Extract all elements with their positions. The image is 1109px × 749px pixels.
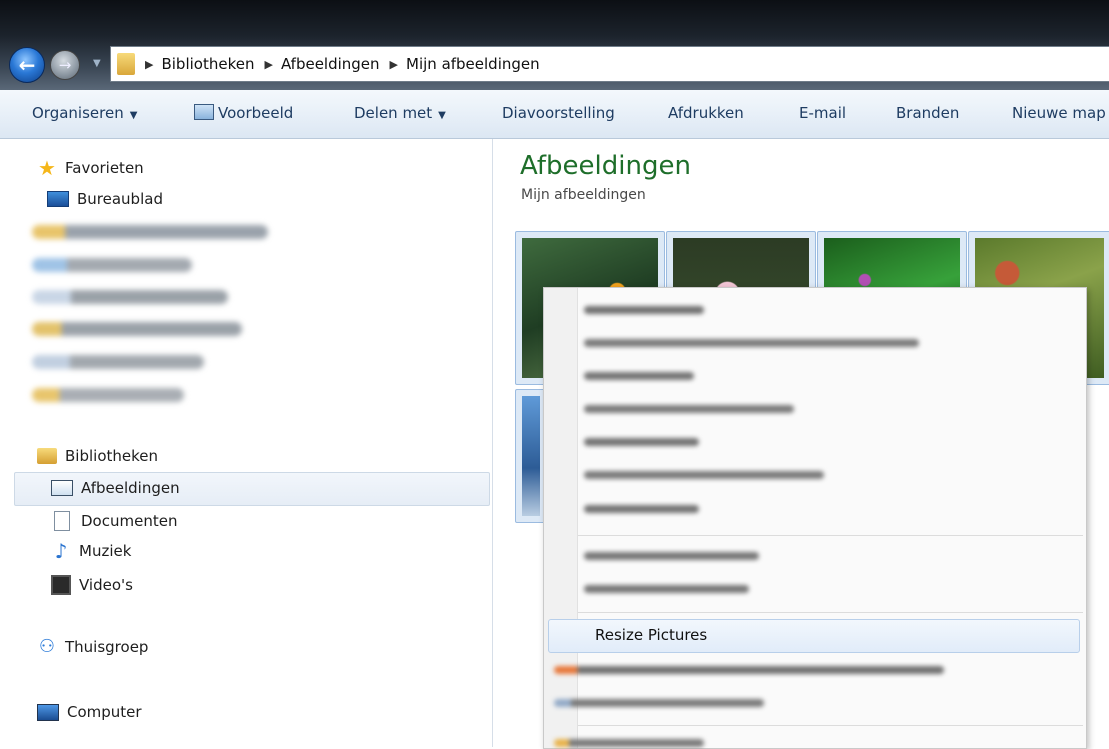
menu-item-blurred[interactable] xyxy=(554,666,944,674)
menu-item-blurred[interactable] xyxy=(584,471,824,479)
menu-item-blurred[interactable] xyxy=(554,699,764,707)
menu-icon-gutter xyxy=(544,288,578,748)
menu-item-blurred[interactable] xyxy=(584,372,694,380)
library-subtitle: Mijn afbeeldingen xyxy=(521,187,646,203)
share-label: Delen met xyxy=(354,104,433,122)
preview-icon xyxy=(194,104,214,120)
menu-separator xyxy=(578,725,1083,726)
menu-item-blurred[interactable] xyxy=(584,505,699,513)
film-icon xyxy=(51,575,71,595)
preview-label: Voorbeeld xyxy=(218,104,294,122)
blurred-favorite-item[interactable] xyxy=(32,258,192,272)
nav-computer[interactable]: Computer xyxy=(37,703,142,721)
context-menu: Resize Pictures xyxy=(543,287,1087,749)
menu-item-blurred[interactable] xyxy=(584,405,794,413)
homegroup-icon: ⚇ xyxy=(38,636,56,657)
menu-item-blurred[interactable] xyxy=(584,438,699,446)
burn-button[interactable]: Branden xyxy=(896,104,959,122)
nav-favorites[interactable]: ★ Favorieten xyxy=(37,156,144,180)
print-button[interactable]: Afdrukken xyxy=(668,104,744,122)
breadcrumb-item-libraries[interactable]: Bibliotheken xyxy=(161,55,254,73)
address-bar: ← → ▼ ▶ Bibliotheken ▶ Afbeeldingen ▶ Mi… xyxy=(0,0,1109,90)
back-button[interactable]: ← xyxy=(9,47,45,83)
blurred-favorite-item[interactable] xyxy=(32,290,228,304)
blurred-favorite-item[interactable] xyxy=(32,225,268,239)
menu-item-blurred[interactable] xyxy=(554,739,704,747)
menu-separator xyxy=(578,612,1083,613)
chevron-down-icon: ▼ xyxy=(129,110,138,121)
blurred-favorite-item[interactable] xyxy=(32,355,204,369)
libraries-icon xyxy=(37,448,57,464)
breadcrumb-item-pictures[interactable]: Afbeeldingen xyxy=(281,55,380,73)
star-icon: ★ xyxy=(38,156,56,180)
blurred-favorite-item[interactable] xyxy=(32,322,242,336)
navigation-pane: ★ Favorieten Bureaublad Bibliotheken Afb… xyxy=(0,139,493,747)
email-button[interactable]: E-mail xyxy=(799,104,846,122)
library-title: Afbeeldingen xyxy=(520,151,691,181)
document-icon xyxy=(54,511,70,531)
share-button[interactable]: Delen met ▼ xyxy=(354,104,446,122)
nav-homegroup-label: Thuisgroep xyxy=(65,638,149,656)
breadcrumb[interactable]: ▶ Bibliotheken ▶ Afbeeldingen ▶ Mijn afb… xyxy=(110,46,1109,82)
menu-item-blurred[interactable] xyxy=(584,585,749,593)
breadcrumb-arrow-icon[interactable]: ▶ xyxy=(264,58,272,71)
organize-button[interactable]: Organiseren ▼ xyxy=(32,104,137,122)
breadcrumb-arrow-icon[interactable]: ▶ xyxy=(145,58,153,71)
menu-item-blurred[interactable] xyxy=(584,306,704,314)
nav-pictures-label: Afbeeldingen xyxy=(81,479,180,497)
nav-music[interactable]: ♪ Muziek xyxy=(51,539,132,563)
slideshow-button[interactable]: Diavoorstelling xyxy=(502,104,615,122)
desktop-icon xyxy=(47,191,69,207)
nav-desktop[interactable]: Bureaublad xyxy=(47,190,163,208)
pictures-icon xyxy=(51,480,73,496)
breadcrumb-arrow-icon[interactable]: ▶ xyxy=(390,58,398,71)
command-bar: Organiseren ▼ Voorbeeld Delen met ▼ Diavoo… xyxy=(0,90,1109,139)
resize-pictures-menu-item[interactable]: Resize Pictures xyxy=(595,626,707,644)
music-note-icon: ♪ xyxy=(54,539,68,563)
breadcrumb-item-my-pictures[interactable]: Mijn afbeeldingen xyxy=(406,55,540,73)
blue-image xyxy=(522,396,540,516)
menu-item-blurred[interactable] xyxy=(584,339,919,347)
nav-documents-label: Documenten xyxy=(81,512,178,530)
nav-documents[interactable]: Documenten xyxy=(51,511,177,531)
nav-videos[interactable]: Video's xyxy=(51,575,133,595)
nav-computer-label: Computer xyxy=(67,703,142,721)
new-folder-button[interactable]: Nieuwe map xyxy=(1012,104,1106,122)
preview-button[interactable]: Voorbeeld xyxy=(194,104,293,122)
menu-separator xyxy=(578,535,1083,536)
organize-label: Organiseren xyxy=(32,104,124,122)
chevron-down-icon: ▼ xyxy=(438,110,446,121)
forward-button[interactable]: → xyxy=(50,50,80,80)
nav-libraries-label: Bibliotheken xyxy=(65,447,158,465)
nav-libraries[interactable]: Bibliotheken xyxy=(37,447,158,465)
folder-icon xyxy=(117,53,135,75)
nav-desktop-label: Bureaublad xyxy=(77,190,163,208)
nav-videos-label: Video's xyxy=(79,576,133,594)
nav-homegroup[interactable]: ⚇ Thuisgroep xyxy=(37,636,149,657)
recent-pages-chevron-icon[interactable]: ▼ xyxy=(93,58,105,69)
blurred-favorite-item[interactable] xyxy=(32,388,184,402)
computer-icon xyxy=(37,703,59,721)
menu-item-blurred[interactable] xyxy=(584,552,759,560)
nav-favorites-label: Favorieten xyxy=(65,159,144,177)
nav-pictures[interactable]: Afbeeldingen xyxy=(51,479,180,497)
nav-music-label: Muziek xyxy=(79,542,132,560)
